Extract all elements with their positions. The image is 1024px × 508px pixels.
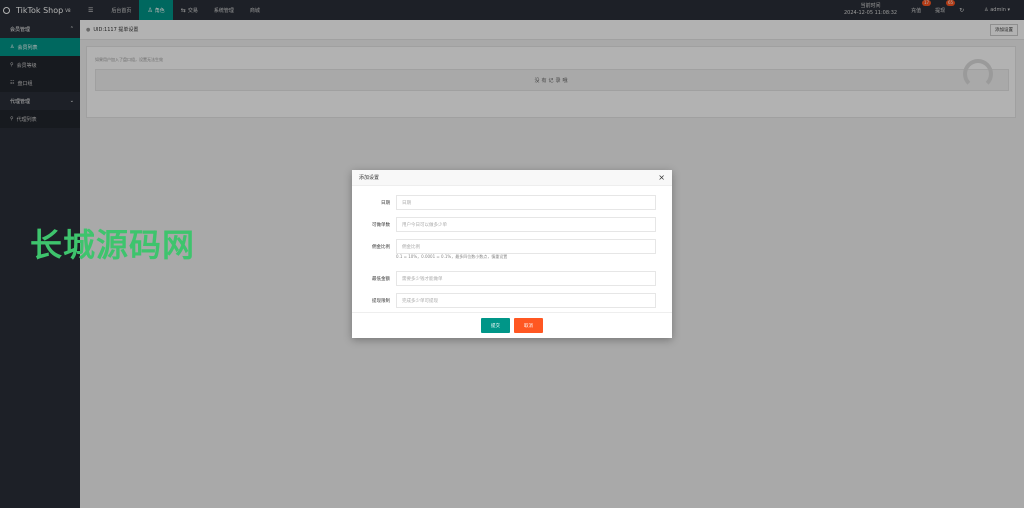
min-amount-label: 最低金额: [372, 277, 390, 282]
form-row-min-amount: 最低金额 需要多少钱才能做单: [352, 268, 672, 290]
close-icon[interactable]: ×: [658, 173, 665, 182]
dialog-title: 添加设置: [359, 175, 380, 181]
min-amount-input[interactable]: 需要多少钱才能做单: [396, 271, 656, 286]
date-input[interactable]: 日期: [396, 195, 656, 210]
add-setting-dialog: 添加设置 × 日期 日期 可做单数 用户今日可以做多少单 佣金比例 佣金比例 最…: [352, 170, 672, 338]
form-row-withdraw-limit: 提现限制 完成多少单可提现: [352, 290, 672, 312]
cancel-button[interactable]: 取消: [514, 318, 543, 333]
withdraw-limit-label: 提现限制: [372, 299, 390, 304]
dialog-footer: 提交 取消: [352, 312, 672, 338]
ratio-label: 佣金比例: [372, 245, 390, 250]
form-row-orders: 可做单数 用户今日可以做多少单: [352, 214, 672, 236]
date-label: 日期: [381, 201, 390, 206]
form-row-date: 日期 日期: [352, 192, 672, 214]
dialog-header: 添加设置 ×: [352, 170, 672, 186]
setting-form: 日期 日期 可做单数 用户今日可以做多少单 佣金比例 佣金比例 最低金额 需要多…: [352, 192, 672, 312]
watermark: 长城源码网: [30, 226, 196, 264]
orders-input[interactable]: 用户今日可以做多少单: [396, 217, 656, 232]
ratio-input[interactable]: 佣金比例: [396, 239, 656, 254]
orders-label: 可做单数: [372, 223, 390, 228]
withdraw-limit-input[interactable]: 完成多少单可提现: [396, 293, 656, 308]
ratio-hint: 0.1 = 10%，0.0001 = 0.1%，最多四位数小数点，慎重设置: [396, 254, 508, 259]
submit-button[interactable]: 提交: [481, 318, 510, 333]
